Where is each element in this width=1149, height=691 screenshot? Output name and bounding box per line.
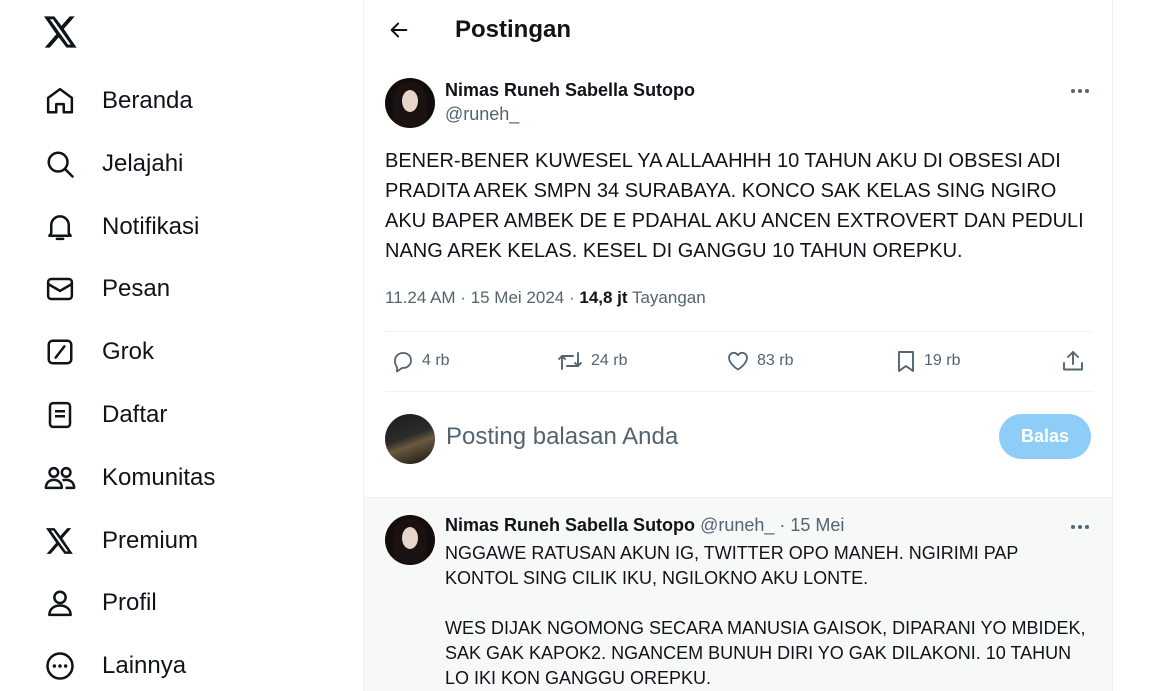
author-handle[interactable]: @runeh_ (445, 104, 519, 125)
nav-label: Notifikasi (102, 213, 200, 240)
author-name[interactable]: Nimas Runeh Sabella Sutopo (445, 80, 695, 101)
nav-label: Pesan (102, 275, 171, 302)
like-count: 83 rb (757, 352, 794, 369)
more-options-button[interactable] (1066, 80, 1094, 102)
search-icon (42, 146, 78, 182)
x-premium-icon (42, 523, 78, 559)
nav-label: Grok (102, 338, 155, 365)
reply-text-paragraph: WES DIJAK NGOMONG SECARA MANUSIA GAISOK,… (445, 618, 1086, 688)
reply-text-paragraph: NGGAWE RATUSAN AKUN IG, TWITTER OPO MANE… (445, 543, 1019, 588)
divider (385, 391, 1093, 392)
nav-item-pesan[interactable]: Pesan (42, 267, 170, 311)
home-icon (42, 83, 78, 119)
reply-action[interactable]: 4 rb (390, 346, 450, 376)
post-timestamp[interactable]: 11.24 AM · 15 Mei 2024 · (385, 288, 579, 307)
reply-more-options-button[interactable] (1066, 516, 1094, 538)
divider (385, 331, 1093, 332)
author-avatar[interactable] (385, 78, 435, 128)
nav-item-premium[interactable]: Premium (42, 519, 198, 563)
repost-action[interactable]: 24 rb (555, 346, 627, 376)
bookmark-count: 19 rb (924, 352, 961, 369)
nav-item-komunitas[interactable]: Komunitas (42, 456, 215, 500)
post-text: BENER-BENER KUWESEL YA ALLAAHHH 10 TAHUN… (385, 150, 1084, 262)
reply-input[interactable] (446, 420, 966, 454)
reply-count: 4 rb (422, 352, 450, 369)
avatar-face (402, 527, 418, 549)
nav-label: Lainnya (102, 652, 187, 679)
page-header: Postingan (364, 0, 1112, 60)
bookmark-icon (898, 351, 914, 372)
nav-label: Daftar (102, 401, 168, 428)
nav-label: Premium (102, 527, 199, 554)
current-user-avatar[interactable] (385, 414, 435, 464)
reply-header: Nimas Runeh Sabella Sutopo @runeh_ · 15 … (445, 515, 844, 536)
views-label: Tayangan (627, 288, 706, 307)
ellipsis-icon (1071, 89, 1089, 93)
nav-item-beranda[interactable]: Beranda (42, 79, 193, 123)
back-button[interactable] (382, 13, 416, 47)
comment-icon (394, 352, 412, 373)
repost-icon (558, 352, 582, 370)
reply-author-handle[interactable]: @runeh_ (700, 515, 774, 535)
share-icon (1063, 351, 1083, 371)
ellipsis-icon (1071, 525, 1089, 529)
post-meta: 11.24 AM · 15 Mei 2024 · 14,8 jt Tayanga… (385, 288, 706, 308)
communities-icon (42, 460, 78, 496)
grok-icon (42, 334, 78, 370)
mail-icon (42, 271, 78, 307)
nav-item-jelajahi[interactable]: Jelajahi (42, 142, 183, 186)
nav-label: Jelajahi (102, 150, 184, 177)
reply-author-avatar[interactable] (385, 515, 435, 565)
reply-post[interactable]: Nimas Runeh Sabella Sutopo @runeh_ · 15 … (364, 497, 1112, 691)
bell-icon (42, 209, 78, 245)
nav-item-daftar[interactable]: Daftar (42, 393, 167, 437)
views-count: 14,8 jt (579, 288, 628, 307)
list-icon (42, 397, 78, 433)
page-title: Postingan (455, 16, 572, 43)
x-logo-icon[interactable] (43, 12, 79, 52)
nav-item-profil[interactable]: Profil (42, 581, 157, 625)
nav-label: Komunitas (102, 464, 216, 491)
nav-label: Profil (102, 589, 157, 616)
nav-item-lainnya[interactable]: Lainnya (42, 644, 186, 688)
left-navigation: Beranda Jelajahi Notifikasi Pesan Grok D… (0, 0, 363, 691)
repost-count: 24 rb (591, 352, 628, 369)
reply-date[interactable]: 15 Mei (790, 515, 844, 535)
post-detail-column: Postingan Nimas Runeh Sabella Sutopo @ru… (363, 0, 1113, 691)
profile-icon (42, 585, 78, 621)
heart-icon (728, 351, 748, 371)
nav-label: Beranda (102, 87, 193, 114)
reply-author-name[interactable]: Nimas Runeh Sabella Sutopo (445, 515, 695, 535)
separator: · (774, 515, 791, 535)
more-circle-icon (42, 648, 78, 684)
arrow-left-icon (390, 22, 408, 38)
nav-item-grok[interactable]: Grok (42, 330, 154, 374)
like-action[interactable]: 83 rb (725, 346, 793, 376)
bookmark-action[interactable]: 19 rb (894, 346, 960, 376)
avatar-face (402, 90, 418, 112)
share-action[interactable] (1061, 346, 1085, 376)
nav-item-notifikasi[interactable]: Notifikasi (42, 205, 199, 249)
reply-button[interactable]: Balas (999, 414, 1091, 459)
